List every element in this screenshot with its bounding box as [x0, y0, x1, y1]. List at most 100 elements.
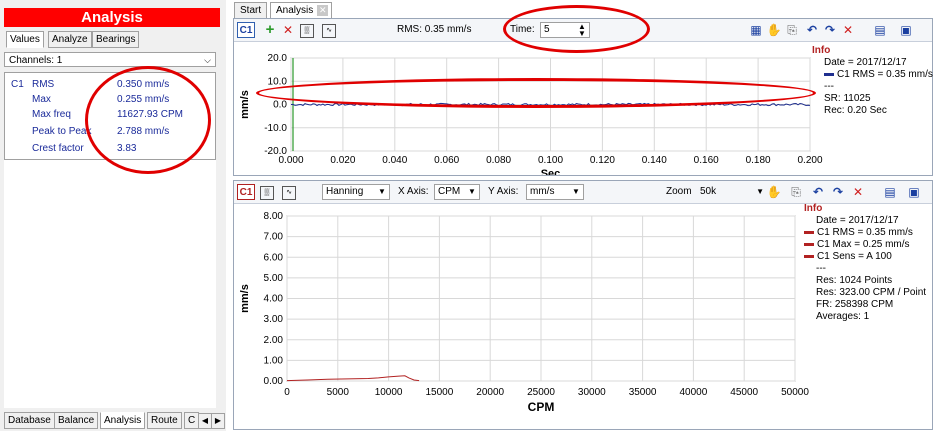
- value-label: Max freq: [32, 109, 71, 120]
- x-tick-label: 0.120: [590, 155, 615, 166]
- x-tick-label: 40000: [679, 387, 707, 398]
- value-value: 2.788 mm/s: [117, 126, 170, 137]
- y-tick-label: 6.00: [264, 252, 284, 263]
- x-tick-label: 0.040: [382, 155, 407, 166]
- copy-icon[interactable]: ⎘: [788, 184, 804, 200]
- channel-button[interactable]: C1: [237, 184, 255, 200]
- value-label: Peak to Peak: [32, 126, 92, 137]
- y-tick-label: -10.0: [264, 123, 287, 134]
- x-tick-label: 0.080: [486, 155, 511, 166]
- scroll-right-icon[interactable]: ▶: [211, 413, 225, 429]
- close-icon[interactable]: ✕: [317, 5, 329, 16]
- spectrum-info-box: Info Date = 2017/12/17 C1 RMS = 0.35 mm/…: [796, 203, 926, 323]
- x-tick-label: 20000: [476, 387, 504, 398]
- y-tick-label: 3.00: [264, 314, 284, 325]
- tab-analyze[interactable]: Analyze: [48, 31, 92, 48]
- legend-label: C1 Sens = A 100: [817, 251, 892, 262]
- info-rec: Rec: 0.20 Sec: [824, 105, 887, 116]
- analysis-workspace: Start Analysis ✕ C1 + ✕ ▒ ∿ RMS: 0.35 mm…: [230, 0, 934, 431]
- yaxis-select[interactable]: mm/s ▼: [526, 184, 584, 200]
- y-tick-label: 0.0: [273, 100, 287, 111]
- x-axis-title: CPM: [528, 400, 555, 414]
- chevron-down-icon: ▼: [378, 187, 386, 196]
- bottom-tab-analysis[interactable]: Analysis: [100, 412, 146, 429]
- time-label: Time:: [510, 24, 535, 35]
- value-value: 11627.93 CPM: [117, 109, 183, 120]
- channel-select[interactable]: Channels: 1 ⌵: [4, 52, 216, 67]
- redo-icon[interactable]: ↷: [822, 22, 838, 38]
- window-select[interactable]: Hanning ▼: [322, 184, 390, 200]
- channel-select-value: Channels: 1: [9, 55, 63, 66]
- xaxis-value: CPM: [438, 186, 461, 197]
- info-legend: C1 RMS = 0.35 mm/s: [824, 69, 933, 81]
- x-tick-label: 0.180: [746, 155, 771, 166]
- waveform-icon[interactable]: ∿: [322, 24, 336, 38]
- y-tick-label: 0.00: [264, 376, 284, 387]
- panel-body: [4, 160, 216, 408]
- value-row-max-freq: Max freq 11627.93 CPM: [5, 107, 215, 122]
- export-icon[interactable]: ▤: [872, 22, 888, 38]
- zoom-select[interactable]: 50k ▼: [700, 185, 764, 199]
- table-icon[interactable]: ▦: [748, 22, 764, 38]
- tab-values[interactable]: Values: [6, 31, 44, 48]
- bottom-tab-database[interactable]: Database: [4, 412, 55, 429]
- channel-button[interactable]: C1: [237, 22, 255, 38]
- rms-readout: RMS: 0.35 mm/s: [397, 24, 472, 35]
- value-row-rms: RMS 0.350 mm/s: [5, 77, 215, 92]
- time-toolbar: C1 + ✕ ▒ ∿ RMS: 0.35 mm/s Time: 5 ▲ ▼ ▦ ✋…: [234, 19, 932, 42]
- close-chart-icon[interactable]: ✕: [840, 22, 856, 38]
- info-date: Date = 2017/12/17: [824, 57, 907, 68]
- x-tick-label: 30000: [578, 387, 606, 398]
- panel-title: Analysis: [4, 8, 220, 27]
- value-row-max: Max 0.255 mm/s: [5, 92, 215, 107]
- y-tick-label: -20.0: [264, 146, 287, 157]
- bottom-tab-route[interactable]: Route: [147, 412, 182, 429]
- values-list: C1 RMS 0.350 mm/s Max 0.255 mm/s Max fre…: [4, 72, 216, 160]
- delete-icon[interactable]: ✕: [280, 22, 296, 38]
- bottom-tab-more[interactable]: C: [184, 412, 200, 429]
- bottom-tab-balance[interactable]: Balance: [54, 412, 99, 429]
- y-tick-label: 2.00: [264, 335, 284, 346]
- undo-icon[interactable]: ↶: [810, 184, 826, 200]
- doc-tab-start[interactable]: Start: [234, 2, 268, 19]
- hand-icon[interactable]: ✋: [766, 22, 782, 38]
- value-row-peak-to-peak: Peak to Peak 2.788 mm/s: [5, 124, 215, 139]
- time-waveform-panel: C1 + ✕ ▒ ∿ RMS: 0.35 mm/s Time: 5 ▲ ▼ ▦ ✋…: [233, 18, 933, 176]
- info-separator: ---: [816, 263, 826, 274]
- xaxis-select[interactable]: CPM ▼: [434, 184, 480, 200]
- xaxis-label: X Axis:: [398, 186, 429, 197]
- grid-icon[interactable]: ▒: [300, 24, 314, 38]
- grid-icon[interactable]: ▒: [260, 186, 274, 200]
- hand-icon[interactable]: ✋: [766, 184, 782, 200]
- y-tick-label: 5.00: [264, 273, 284, 284]
- info-sr: SR: 11025: [824, 93, 871, 104]
- undo-icon[interactable]: ↶: [804, 22, 820, 38]
- copy-icon[interactable]: ⎘: [784, 22, 800, 38]
- value-label: RMS: [32, 79, 55, 90]
- x-tick-label: 45000: [730, 387, 758, 398]
- add-icon[interactable]: +: [262, 22, 278, 38]
- waveform-icon[interactable]: ∿: [282, 186, 296, 200]
- zoom-value: 50k: [700, 186, 717, 197]
- tab-bearings[interactable]: Bearings: [92, 31, 140, 48]
- settings-icon[interactable]: ▣: [898, 22, 914, 38]
- value-value: 3.83: [117, 143, 137, 154]
- export-icon[interactable]: ▤: [882, 184, 898, 200]
- yaxis-label: Y Axis:: [488, 186, 519, 197]
- y-tick-label: 10.0: [268, 76, 288, 87]
- info-legend-sens: C1 Sens = A 100: [804, 251, 926, 263]
- settings-icon[interactable]: ▣: [906, 184, 922, 200]
- time-stepper[interactable]: 5 ▲ ▼: [540, 22, 590, 38]
- close-chart-icon[interactable]: ✕: [850, 184, 866, 200]
- stepper-arrows-icon[interactable]: ▲ ▼: [576, 23, 588, 38]
- yaxis-value: mm/s: [530, 186, 555, 197]
- redo-icon[interactable]: ↷: [830, 184, 846, 200]
- info-res-cpm: Res: 323.00 CPM / Point: [816, 287, 927, 298]
- y-axis-title: mm/s: [239, 284, 251, 313]
- chevron-down-icon: ⌵: [204, 55, 211, 65]
- scroll-left-icon[interactable]: ◀: [198, 413, 212, 429]
- analysis-side-panel: Analysis Values Analyze Bearings Channel…: [0, 0, 226, 431]
- zoom-label: Zoom: [666, 186, 692, 197]
- doc-tab-analysis[interactable]: Analysis ✕: [270, 2, 333, 19]
- value-label: Crest factor: [32, 143, 84, 154]
